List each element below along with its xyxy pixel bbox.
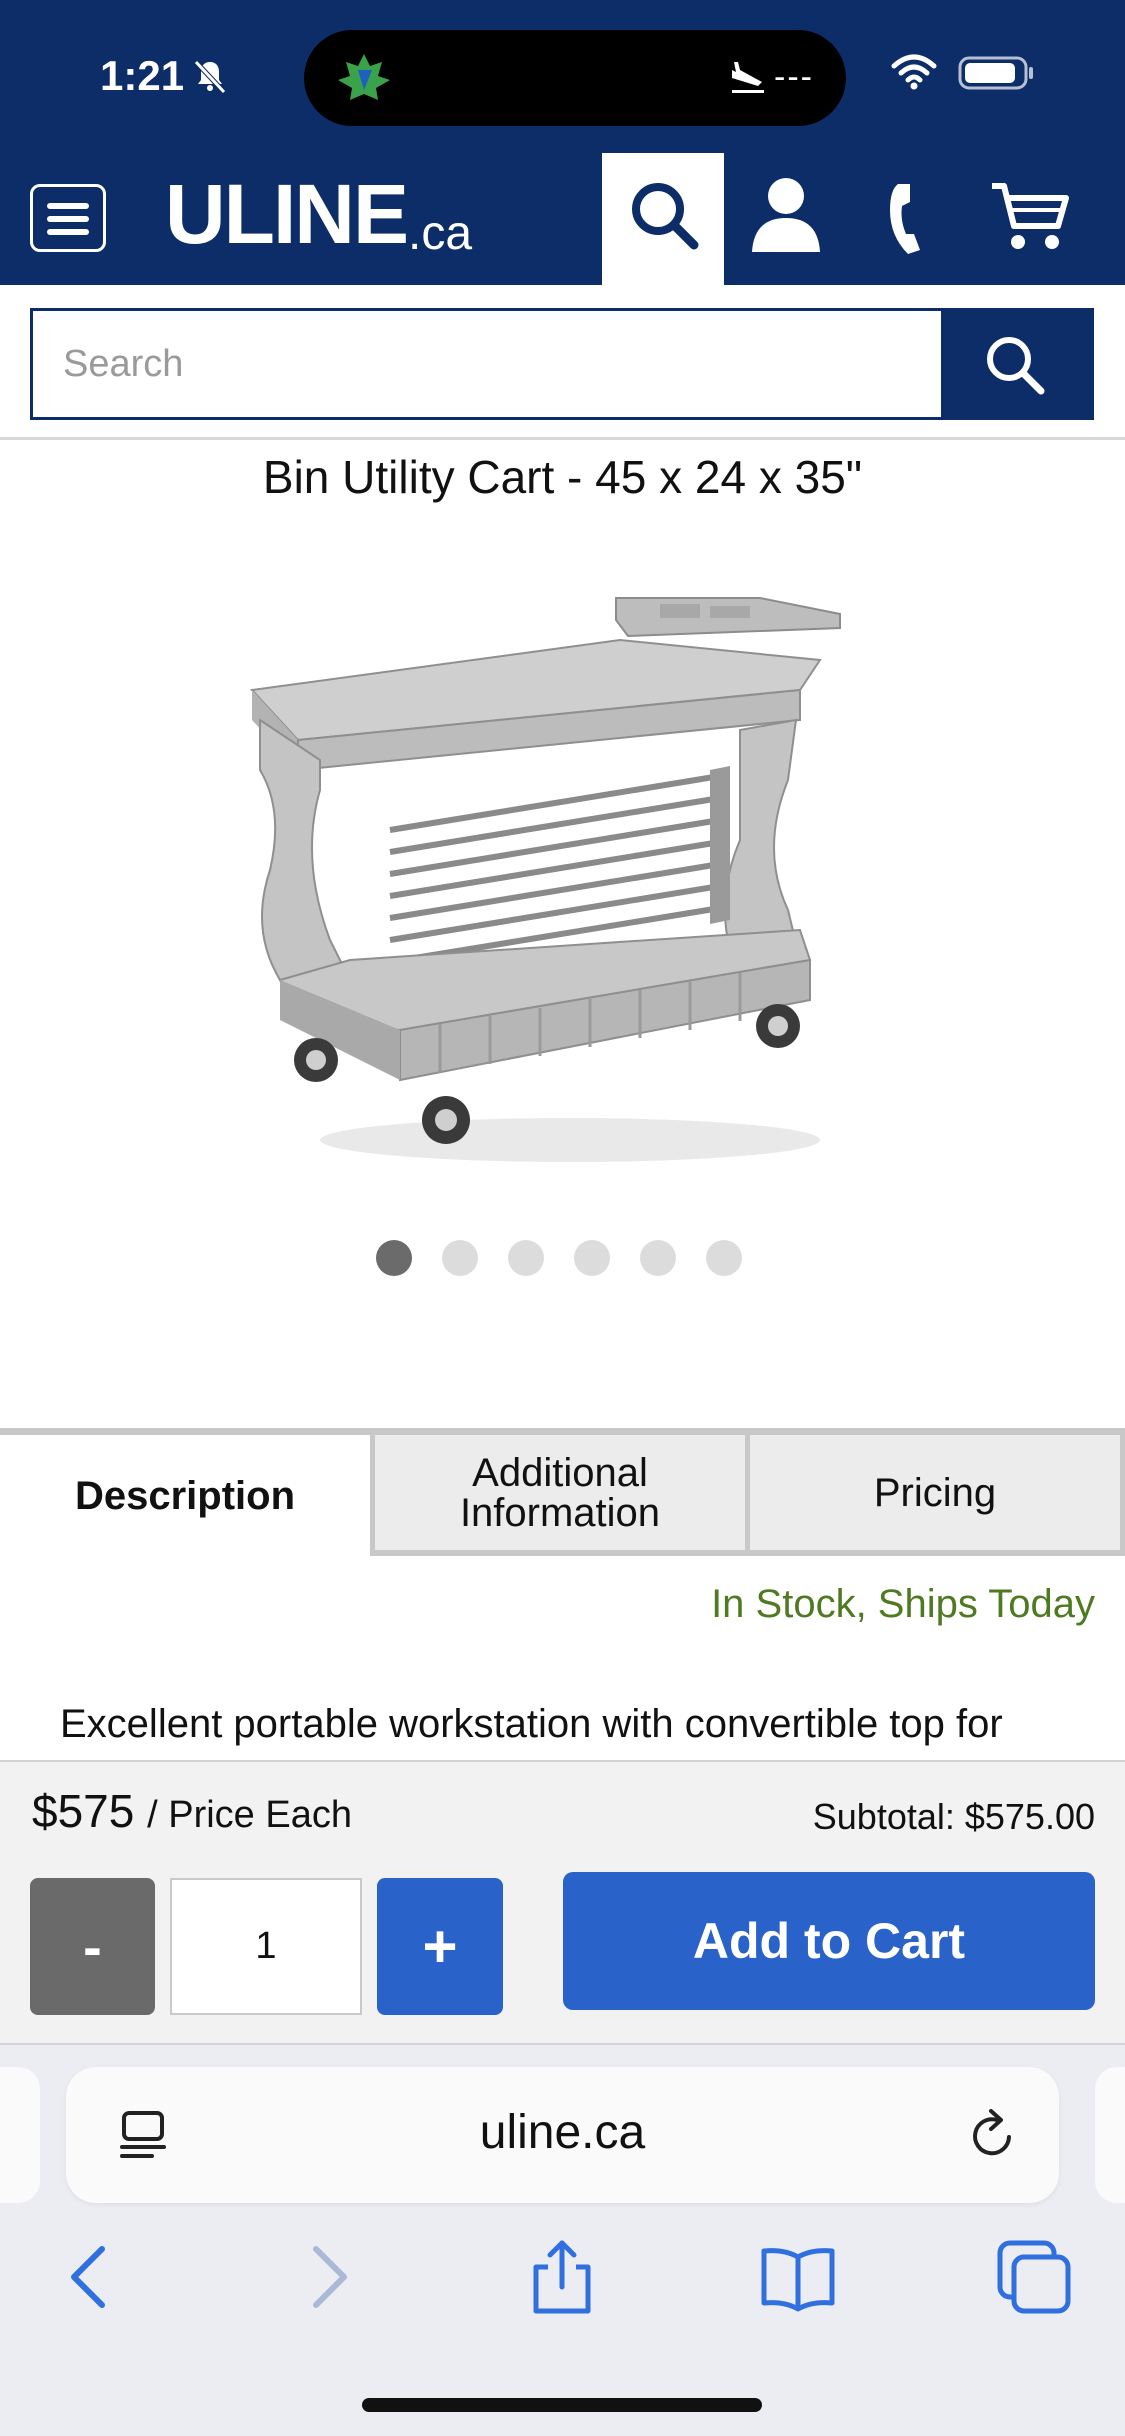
tabs-icon[interactable] [994, 2237, 1074, 2317]
search-bar [30, 308, 1094, 420]
home-indicator [362, 2398, 762, 2412]
browser-toolbar: uline.ca [0, 2045, 1125, 2436]
previous-tab-peek[interactable] [0, 2067, 40, 2203]
status-time: 1:21 [100, 52, 185, 99]
product-title: Bin Utility Cart - 45 x 24 x 35" [262, 451, 863, 503]
menu-icon-bar [47, 203, 89, 209]
phone-icon[interactable] [884, 180, 936, 256]
product-image[interactable] [240, 580, 900, 1180]
carousel-dot-6[interactable] [706, 1240, 742, 1276]
account-icon[interactable] [748, 174, 824, 254]
carousel-dot-3[interactable] [508, 1240, 544, 1276]
address-bar[interactable]: uline.ca [66, 2067, 1059, 2203]
maple-leaf-app-icon [338, 54, 390, 100]
price-value: $575 [32, 1785, 135, 1837]
battery-icon [958, 56, 1033, 90]
next-tab-peek[interactable] [1095, 2067, 1125, 2203]
uline-logo[interactable]: ULINE [165, 172, 409, 256]
status-bar: 1:21 --- [0, 0, 1125, 150]
carousel-dot-4[interactable] [574, 1240, 610, 1276]
search-input[interactable] [33, 311, 943, 417]
back-icon[interactable] [48, 2237, 128, 2317]
menu-button[interactable] [30, 184, 106, 252]
tab-additional-line2: Information [459, 1490, 661, 1535]
search-icon [632, 183, 699, 250]
dynamic-island: --- [304, 30, 846, 126]
flight-status-text: --- [774, 58, 814, 96]
forward-icon[interactable] [290, 2237, 370, 2317]
header-search-button[interactable] [602, 153, 724, 285]
airplane-landing-icon [732, 62, 764, 93]
tab-additional-information-label: Additional Information [460, 1453, 660, 1533]
carousel-dot-5[interactable] [640, 1240, 676, 1276]
silent-bell-icon [194, 60, 226, 94]
stock-status: In Stock, Ships Today [711, 1582, 1095, 1626]
search-icon [987, 337, 1045, 395]
tab-additional-line1: Additional [472, 1450, 648, 1495]
product-description: Excellent portable workstation with conv… [60, 1702, 1003, 1746]
tab-additional-information[interactable]: Additional Information [370, 1430, 750, 1556]
url-text: uline.ca [479, 2106, 646, 2159]
subtotal: Subtotal: $575.00 [812, 1796, 1095, 1837]
carousel-dot-2[interactable] [442, 1240, 478, 1276]
price: $575 / Price Each [32, 1784, 352, 1838]
reload-icon[interactable] [967, 2107, 1019, 2163]
site-header: ULINE .ca [0, 150, 1125, 285]
purchase-panel: $575 / Price Each Subtotal: $575.00 - + … [0, 1760, 1125, 2045]
uline-logo-suffix[interactable]: .ca [408, 206, 472, 261]
tab-description[interactable]: Description [0, 1430, 370, 1556]
quantity-decrease-button[interactable]: - [30, 1878, 155, 2015]
menu-icon-bar [47, 216, 89, 222]
menu-icon-bar [47, 229, 89, 235]
wifi-icon [891, 54, 937, 90]
add-to-cart-button[interactable]: Add to Cart [563, 1872, 1095, 2010]
search-submit-button[interactable] [941, 311, 1091, 417]
divider [0, 437, 1125, 440]
bookmarks-icon[interactable] [758, 2237, 838, 2317]
share-icon[interactable] [522, 2237, 602, 2317]
tab-pricing[interactable]: Pricing [750, 1430, 1125, 1556]
cart-icon[interactable] [990, 180, 1070, 254]
price-unit: / Price Each [147, 1794, 352, 1836]
quantity-input[interactable] [170, 1878, 362, 2015]
quantity-increase-button[interactable]: + [377, 1878, 503, 2015]
carousel-dot-1[interactable] [376, 1240, 412, 1276]
